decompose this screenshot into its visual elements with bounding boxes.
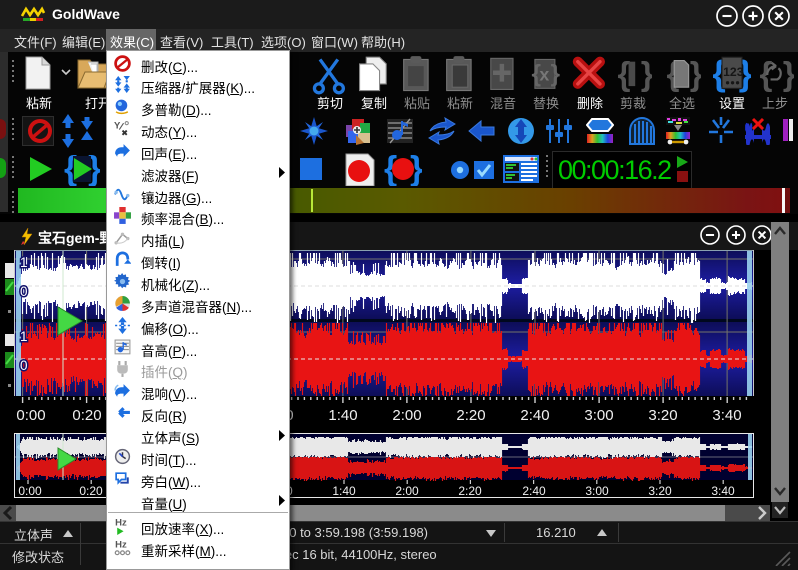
svg-text:}: } (690, 56, 701, 93)
svg-text:3:40: 3:40 (712, 407, 741, 424)
svg-text:2:40: 2:40 (520, 407, 549, 424)
svg-text:0: 0 (20, 358, 28, 373)
svg-text:Hz: Hz (115, 518, 127, 529)
svg-text:0: 0 (20, 284, 28, 299)
svg-text:2:20: 2:20 (456, 407, 485, 424)
svg-text:{: { (759, 56, 772, 93)
svg-text:}: } (550, 61, 560, 88)
svg-text:x: x (539, 65, 549, 85)
svg-text:3:40: 3:40 (711, 484, 735, 498)
svg-text:123: 123 (723, 65, 744, 79)
svg-text:Y: Y (114, 120, 121, 131)
svg-text:3:20: 3:20 (648, 407, 677, 424)
svg-text:2:00: 2:00 (395, 484, 419, 498)
svg-text:}: } (641, 56, 652, 93)
svg-text:{: { (617, 56, 630, 93)
svg-text:2:00: 2:00 (392, 407, 421, 424)
svg-text:2:20: 2:20 (458, 484, 482, 498)
svg-text:1: 1 (20, 255, 28, 270)
svg-text:3:00: 3:00 (584, 407, 613, 424)
svg-text:0:00: 0:00 (18, 484, 42, 498)
svg-text:1:40: 1:40 (332, 484, 356, 498)
svg-text:0:20: 0:20 (79, 484, 103, 498)
svg-text:3:00: 3:00 (585, 484, 609, 498)
svg-text:1:40: 1:40 (328, 407, 357, 424)
svg-text:3:20: 3:20 (648, 484, 672, 498)
svg-text:Hz: Hz (115, 540, 127, 551)
svg-text:0:20: 0:20 (72, 407, 101, 424)
svg-text:0:00: 0:00 (16, 407, 45, 424)
svg-text:}: } (783, 56, 794, 93)
svg-text:1: 1 (20, 329, 28, 344)
svg-text:2:40: 2:40 (522, 484, 546, 498)
